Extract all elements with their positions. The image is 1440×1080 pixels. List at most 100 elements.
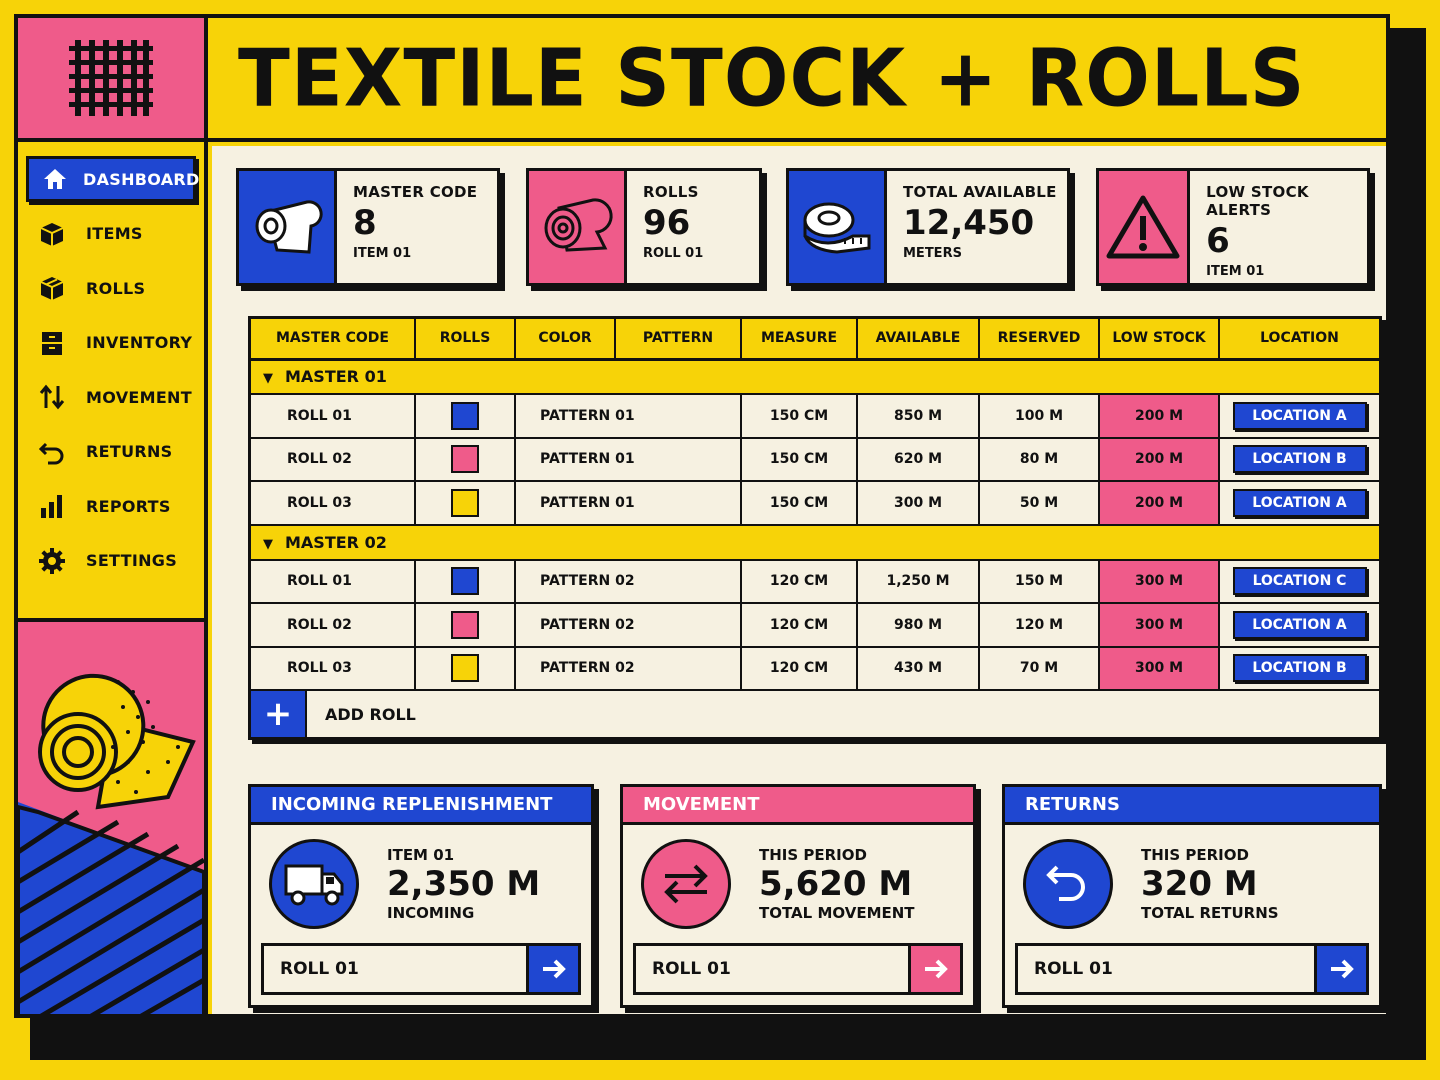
pattern-cell: PATTERN 02	[515, 646, 742, 691]
stat-card-total-available[interactable]: TOTAL AVAILABLE 12,450 METERS	[786, 168, 1070, 286]
reserved-cell: 50 M	[979, 481, 1100, 526]
table-row[interactable]: ROLL 01 PATTERN 01 150 CM 850 M 100 M 20…	[251, 394, 1379, 439]
location-button[interactable]: LOCATION A	[1232, 488, 1367, 517]
column-header[interactable]: COLOR	[515, 319, 616, 361]
sidebar-item-dashboard[interactable]: DASHBOARD	[26, 156, 199, 202]
column-header[interactable]: LOW STOCK	[1099, 319, 1220, 361]
group-label: MASTER 01	[285, 367, 387, 387]
panel-footer-value: ROLL 01	[1034, 959, 1113, 979]
page-title: TEXTILE STOCK + ROLLS	[238, 30, 1306, 125]
column-header[interactable]: RESERVED	[979, 319, 1100, 361]
sidebar-item-returns[interactable]: RETURNS	[26, 429, 196, 475]
cube-icon	[38, 273, 72, 303]
table-row[interactable]: ROLL 03 PATTERN 01 150 CM 300 M 50 M 200…	[251, 481, 1379, 526]
reserved-cell: 100 M	[979, 394, 1100, 439]
reserved-cell: 120 M	[979, 603, 1100, 648]
tape-measure-icon	[789, 171, 887, 283]
sidebar-item-rolls[interactable]: ROLLS	[26, 265, 196, 311]
arrow-right-icon[interactable]	[1314, 946, 1366, 992]
app-window: TEXTILE STOCK + ROLLS DASHBOARD ITEMS RO…	[14, 14, 1390, 1018]
color-cell	[415, 559, 516, 604]
gear-icon	[38, 546, 72, 576]
location-button[interactable]: LOCATION A	[1232, 610, 1367, 639]
location-button[interactable]: LOCATION B	[1232, 445, 1367, 474]
column-header[interactable]: MASTER CODE	[251, 319, 416, 361]
stat-value: 6	[1206, 221, 1230, 261]
roll-cell: ROLL 02	[251, 437, 416, 482]
stat-card-master-code[interactable]: MASTER CODE 8 ITEM 01	[236, 168, 500, 286]
sidebar-item-inventory[interactable]: INVENTORY	[26, 320, 196, 366]
column-header[interactable]: LOCATION	[1219, 319, 1379, 361]
table-header-row: MASTER CODE ROLLS COLOR PATTERN MEASURE …	[251, 319, 1379, 361]
group-row-master-02[interactable]: ▼ MASTER 02	[251, 524, 1379, 561]
panel-label: THIS PERIOD	[1141, 845, 1249, 864]
location-cell: LOCATION B	[1219, 437, 1379, 482]
color-cell	[415, 603, 516, 648]
panel-title: RETURNS	[1005, 787, 1379, 825]
measure-cell: 120 CM	[741, 603, 858, 648]
pattern-cell: PATTERN 01	[515, 437, 742, 482]
sidebar-item-movement[interactable]: MOVEMENT	[26, 374, 196, 420]
location-button[interactable]: LOCATION A	[1232, 401, 1367, 430]
sidebar-item-reports[interactable]: REPORTS	[26, 483, 196, 529]
sidebar: DASHBOARD ITEMS ROLLS INVENTORY MOVEMENT…	[18, 142, 208, 1014]
sidebar-item-label: RETURNS	[86, 442, 173, 461]
roll-cell: ROLL 02	[251, 603, 416, 648]
measure-cell: 150 CM	[741, 437, 858, 482]
swap-vertical-icon	[38, 382, 72, 412]
location-button[interactable]: LOCATION C	[1232, 567, 1367, 596]
table-row[interactable]: ROLL 03 PATTERN 02 120 CM 430 M 70 M 300…	[251, 646, 1379, 691]
stat-sub: ITEM 01	[353, 245, 412, 261]
column-header[interactable]: PATTERN	[615, 319, 742, 361]
title-bar: TEXTILE STOCK + ROLLS	[208, 18, 1386, 142]
location-cell: LOCATION A	[1219, 394, 1379, 439]
panel-footer-field[interactable]: ROLL 01	[1015, 943, 1369, 995]
panel-title: INCOMING REPLENISHMENT	[251, 787, 591, 825]
add-roll-button[interactable]: + ADD ROLL	[251, 691, 1379, 737]
sidebar-item-items[interactable]: ITEMS	[26, 211, 196, 257]
sidebar-item-label: MOVEMENT	[86, 387, 192, 407]
location-button[interactable]: LOCATION B	[1232, 654, 1367, 683]
measure-cell: 120 CM	[741, 559, 858, 604]
color-cell	[415, 437, 516, 482]
roll-cell: ROLL 01	[251, 394, 416, 439]
truck-icon	[269, 839, 359, 929]
table-row[interactable]: ROLL 01 PATTERN 02 120 CM 1,250 M 150 M …	[251, 559, 1379, 604]
stat-label: LOW STOCK ALERTS	[1206, 183, 1309, 219]
column-header[interactable]: AVAILABLE	[857, 319, 980, 361]
table-row[interactable]: ROLL 02 PATTERN 01 150 CM 620 M 80 M 200…	[251, 437, 1379, 482]
panel-footer-field[interactable]: ROLL 01	[261, 943, 581, 995]
swap-icon	[641, 839, 731, 929]
fabric-roll-illustration	[18, 618, 204, 1014]
arrow-right-icon[interactable]	[526, 946, 578, 992]
stat-card-low-stock-alerts[interactable]: LOW STOCK ALERTS 6 ITEM 01	[1096, 168, 1370, 286]
color-cell	[415, 394, 516, 439]
color-swatch	[451, 654, 479, 683]
main-content: MASTER CODE 8 ITEM 01 ROLLS 96 ROLL 01 T…	[212, 146, 1386, 1014]
sidebar-item-settings[interactable]: SETTINGS	[26, 538, 196, 584]
column-header[interactable]: ROLLS	[415, 319, 516, 361]
sidebar-item-label: REPORTS	[86, 496, 171, 516]
color-swatch	[451, 488, 479, 517]
stat-sub: ROLL 01	[643, 245, 704, 261]
panel-title: MOVEMENT	[623, 787, 973, 825]
table-row[interactable]: ROLL 02 PATTERN 02 120 CM 980 M 120 M 30…	[251, 603, 1379, 648]
color-swatch	[451, 445, 479, 474]
warning-icon	[1099, 171, 1191, 283]
stat-label: TOTAL AVAILABLE	[903, 183, 1057, 201]
available-cell: 300 M	[857, 481, 980, 526]
stat-label: ROLLS	[643, 183, 699, 201]
stat-card-rolls[interactable]: ROLLS 96 ROLL 01	[526, 168, 762, 286]
panel-sub: TOTAL RETURNS	[1141, 904, 1279, 923]
caret-down-icon: ▼	[263, 536, 273, 552]
stat-value: 96	[643, 203, 691, 243]
add-roll-label: ADD ROLL	[325, 704, 416, 724]
column-header[interactable]: MEASURE	[741, 319, 858, 361]
low-stock-cell: 300 M	[1099, 603, 1220, 648]
location-cell: LOCATION A	[1219, 603, 1379, 648]
group-row-master-01[interactable]: ▼ MASTER 01	[251, 359, 1379, 395]
location-cell: LOCATION A	[1219, 481, 1379, 526]
arrow-right-icon[interactable]	[908, 946, 960, 992]
panel-footer-field[interactable]: ROLL 01	[633, 943, 963, 995]
reserved-cell: 150 M	[979, 559, 1100, 604]
